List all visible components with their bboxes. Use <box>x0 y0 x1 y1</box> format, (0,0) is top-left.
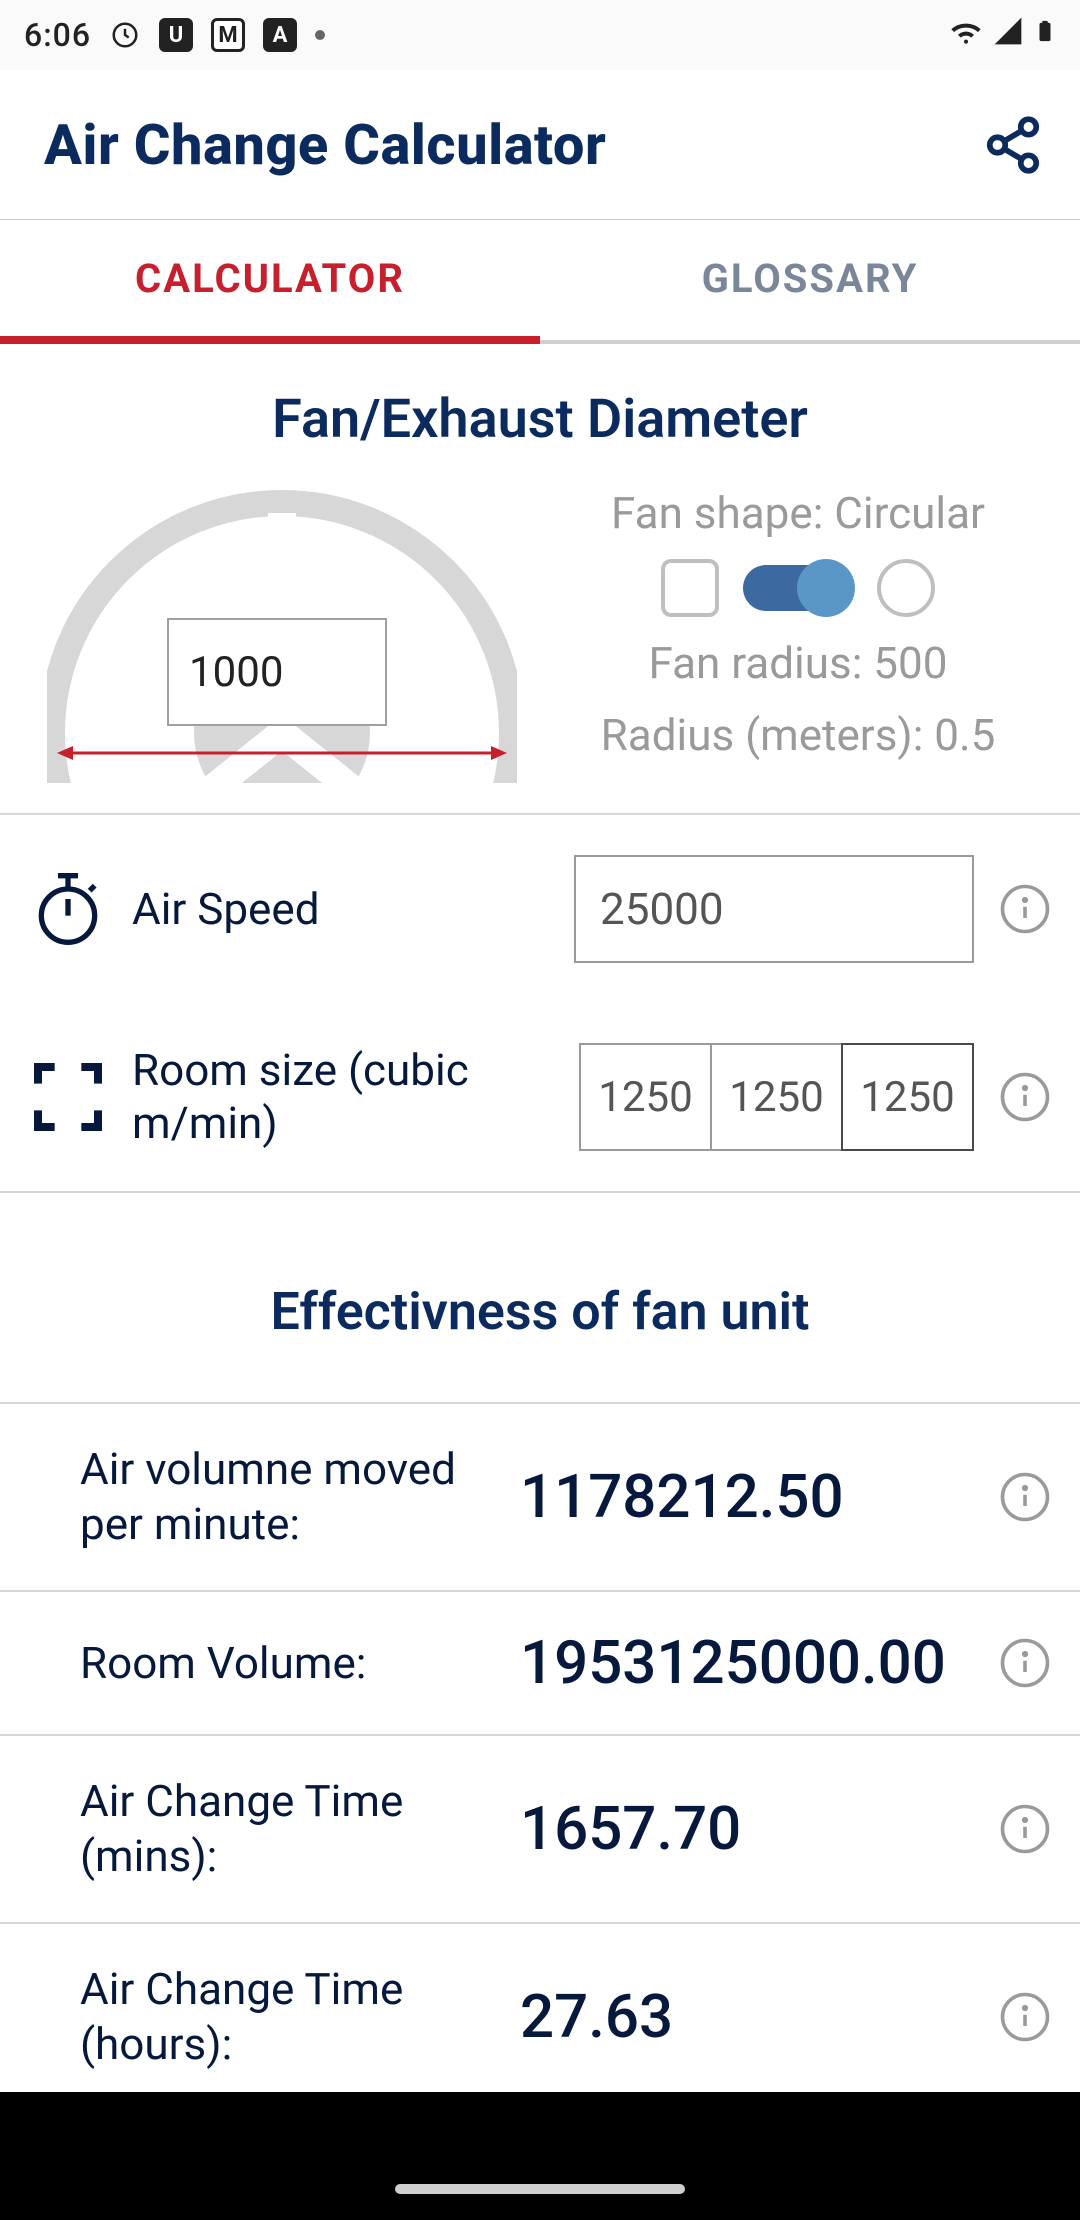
fan-section-title: Fan/Exhaust Diameter <box>0 344 1080 483</box>
gesture-home-pill[interactable] <box>395 2184 685 2194</box>
fan-settings: Fan shape: Circular Fan radius: 500 Radi… <box>540 483 1056 783</box>
room-volume-label: Room Volume: <box>80 1636 500 1691</box>
share-button[interactable] <box>982 114 1044 176</box>
air-speed-info-button[interactable] <box>998 882 1052 936</box>
letter-u-icon: U <box>159 18 193 52</box>
letter-m-icon: M <box>211 18 245 52</box>
shape-circle-option[interactable] <box>877 559 935 617</box>
fan-diameter-input[interactable] <box>167 618 387 726</box>
stopwatch-icon <box>28 869 108 949</box>
cell-signal-icon <box>992 15 1024 55</box>
content-scroll[interactable]: Fan/Exhaust Diameter <box>0 344 1080 2092</box>
room-volume-row: Room Volume: 1953125000.00 <box>0 1592 1080 1736</box>
fan-radius-label: Fan radius: 500 <box>649 637 948 689</box>
battery-icon <box>1034 14 1056 56</box>
expand-icon <box>28 1057 108 1137</box>
change-time-mins-value: 1657.70 <box>520 1796 978 1862</box>
dimension-arrow-icon <box>57 743 507 763</box>
change-time-hours-value: 27.63 <box>520 1984 978 2050</box>
shape-switch[interactable] <box>743 565 853 611</box>
overflow-dot-icon <box>315 30 325 40</box>
fan-diagram <box>24 483 540 783</box>
air-speed-row: Air Speed <box>0 815 1080 1003</box>
tab-calculator[interactable]: CALCULATOR <box>0 220 540 344</box>
android-status-bar: 6:06 U M A <box>0 0 1080 70</box>
air-volume-label: Air volumne moved per minute: <box>80 1442 500 1552</box>
air-volume-value: 1178212.50 <box>520 1464 978 1530</box>
air-speed-label: Air Speed <box>132 883 550 936</box>
air-volume-info-button[interactable] <box>998 1470 1052 1524</box>
room-dim-1-input[interactable] <box>579 1043 712 1151</box>
room-size-row: Room size (cubic m/min) <box>0 1003 1080 1191</box>
effectiveness-title: Effectivness of fan unit <box>0 1191 1080 1404</box>
room-volume-info-button[interactable] <box>998 1636 1052 1690</box>
air-volume-row: Air volumne moved per minute: 1178212.50 <box>0 1404 1080 1592</box>
room-size-inputs <box>579 1043 974 1151</box>
room-volume-value: 1953125000.00 <box>520 1630 978 1696</box>
fan-shape-toggle-row <box>661 559 935 617</box>
wifi-icon <box>950 15 982 55</box>
room-size-info-button[interactable] <box>998 1070 1052 1124</box>
change-time-mins-info-button[interactable] <box>998 1802 1052 1856</box>
clock-icon <box>109 19 141 51</box>
air-speed-input[interactable] <box>574 855 974 963</box>
android-nav-bar <box>0 2092 1080 2220</box>
page-title: Air Change Calculator <box>44 112 606 178</box>
radius-meters-label: Radius (meters): 0.5 <box>601 709 996 761</box>
room-dim-3-input[interactable] <box>841 1043 974 1151</box>
tab-bar: CALCULATOR GLOSSARY <box>0 220 1080 344</box>
change-time-mins-label: Air Change Time (mins): <box>80 1774 500 1884</box>
status-right-cluster <box>950 14 1056 56</box>
change-time-mins-row: Air Change Time (mins): 1657.70 <box>0 1736 1080 1924</box>
fan-area: Fan shape: Circular Fan radius: 500 Radi… <box>0 483 1080 815</box>
change-time-hours-row: Air Change Time (hours): 27.63 <box>0 1924 1080 2092</box>
status-left-cluster: 6:06 U M A <box>24 16 325 54</box>
fan-shape-label: Fan shape: Circular <box>611 487 985 539</box>
shape-square-option[interactable] <box>661 559 719 617</box>
change-time-hours-info-button[interactable] <box>998 1990 1052 2044</box>
room-size-label: Room size (cubic m/min) <box>132 1044 555 1150</box>
change-time-hours-label: Air Change Time (hours): <box>80 1962 500 2072</box>
letter-a-icon: A <box>263 18 297 52</box>
tab-glossary[interactable]: GLOSSARY <box>540 220 1080 344</box>
app-bar: Air Change Calculator <box>0 70 1080 220</box>
room-dim-2-input[interactable] <box>710 1043 843 1151</box>
status-time: 6:06 <box>24 16 91 54</box>
